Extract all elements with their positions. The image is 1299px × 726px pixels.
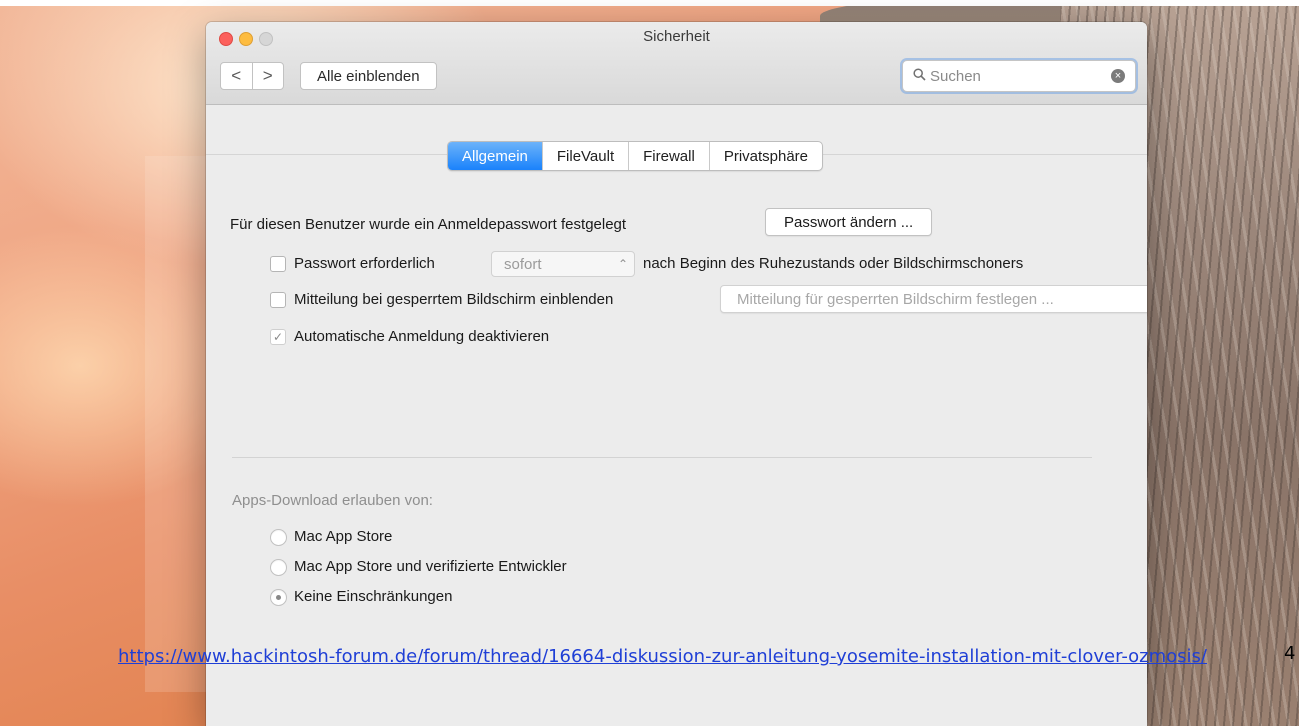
require-password-checkbox[interactable] (270, 256, 286, 272)
radio-selected-dot (276, 595, 281, 600)
forward-button[interactable]: > (251, 63, 284, 89)
page-number: 4 (1284, 643, 1296, 664)
tab-firewall[interactable]: Firewall (628, 142, 709, 170)
password-status-text: Für diesen Benutzer wurde ein Anmeldepas… (230, 216, 627, 233)
radio-mac-app-store[interactable] (270, 529, 287, 546)
clear-search-icon[interactable]: × (1111, 69, 1125, 83)
back-button[interactable]: < (221, 63, 252, 89)
chevron-left-icon: < (231, 66, 242, 85)
show-message-checkbox[interactable] (270, 292, 286, 308)
set-lock-message-label: Mitteilung für gesperrten Bildschirm fes… (737, 290, 1054, 308)
background-window-shadow (145, 156, 215, 692)
checkmark-icon: ✓ (272, 330, 284, 344)
after-sleep-text: nach Beginn des Ruhezustands oder Bildsc… (643, 255, 1024, 272)
radio-anywhere[interactable] (270, 589, 287, 606)
preferences-content: Allgemein FileVault Firewall Privatsphär… (206, 105, 1147, 726)
navigation-buttons: < > (220, 62, 284, 90)
downloads-heading: Apps-Download erlauben von: (232, 492, 433, 509)
tab-privatsphaere[interactable]: Privatsphäre (708, 142, 822, 170)
disable-autologin-checkbox[interactable]: ✓ (270, 329, 286, 345)
tab-filevault[interactable]: FileVault (541, 142, 628, 170)
show-all-button[interactable]: Alle einblenden (300, 62, 437, 90)
section-divider (232, 457, 1092, 458)
disable-autologin-label: Automatische Anmeldung deaktivieren (294, 328, 550, 345)
tab-allgemein[interactable]: Allgemein (448, 142, 542, 170)
updown-arrow-icon: ⌃ (617, 257, 629, 271)
radio-identified-developers[interactable] (270, 559, 287, 576)
show-message-label: Mitteilung bei gesperrtem Bildschirm ein… (294, 291, 614, 308)
search-field[interactable]: Suchen × (902, 60, 1136, 92)
set-lock-message-button[interactable]: Mitteilung für gesperrten Bildschirm fes… (720, 285, 1147, 313)
require-password-label: Passwort erforderlich (294, 255, 435, 272)
radio-label-identified-developers: Mac App Store und verifizierte Entwickle… (294, 558, 567, 575)
radio-label-anywhere: Keine Einschränkungen (294, 588, 453, 605)
source-url-link[interactable]: https://www.hackintosh-forum.de/forum/th… (118, 643, 1218, 670)
password-delay-value: sofort (504, 255, 542, 273)
search-input[interactable]: Suchen (930, 68, 1111, 85)
security-preferences-window: Sicherheit < > Alle einblenden Suchen × … (206, 22, 1147, 726)
tab-bar: Allgemein FileVault Firewall Privatsphär… (447, 141, 824, 171)
password-delay-select[interactable]: sofort ⌃ (491, 251, 635, 277)
title-bar: Sicherheit < > Alle einblenden Suchen × (206, 22, 1147, 105)
search-icon (913, 68, 926, 84)
change-password-button[interactable]: Passwort ändern ... (765, 208, 933, 236)
window-title: Sicherheit (643, 28, 710, 45)
chevron-right-icon: > (262, 66, 273, 85)
radio-label-mac-app-store: Mac App Store (294, 528, 393, 545)
